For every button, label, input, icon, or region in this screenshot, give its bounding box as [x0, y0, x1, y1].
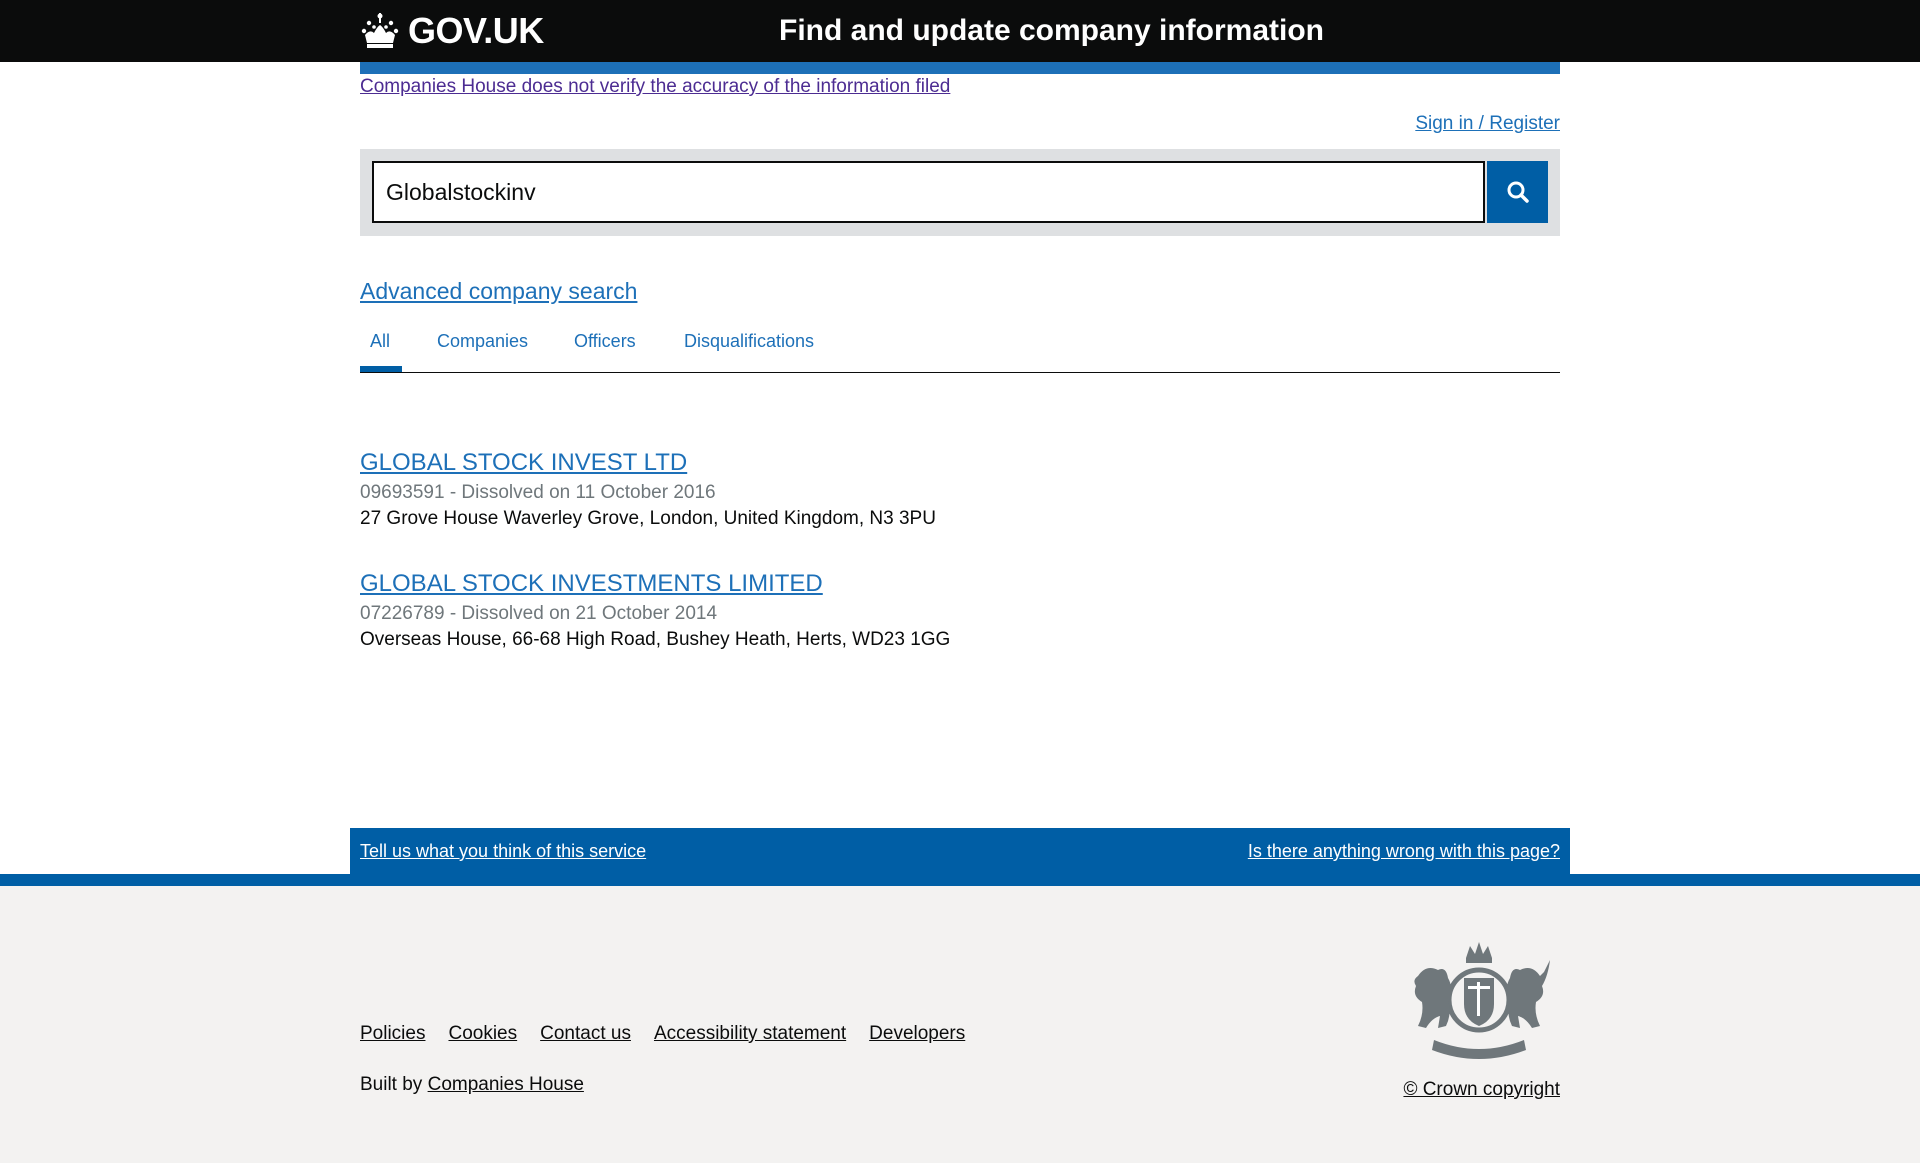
footer-top-border — [0, 874, 1920, 886]
result-title-link[interactable]: GLOBAL STOCK INVESTMENTS LIMITED — [360, 569, 950, 599]
sign-in-register-link[interactable]: Sign in / Register — [1415, 112, 1560, 136]
govuk-logo-link[interactable]: GOV.UK — [360, 8, 544, 54]
search-tabs: All Companies Officers Disqualifications — [360, 328, 1560, 373]
built-by-prefix: Built by — [360, 1074, 423, 1095]
search-button[interactable] — [1487, 161, 1548, 223]
site-header: GOV.UK Find and update company informati… — [0, 0, 1920, 62]
search-icon — [1507, 181, 1529, 203]
built-by: Built by Companies House — [360, 1072, 584, 1098]
tab-all[interactable]: All — [360, 328, 402, 372]
advanced-company-search-link[interactable]: Advanced company search — [360, 276, 637, 306]
footer-link-accessibility[interactable]: Accessibility statement — [654, 1021, 846, 1047]
companies-house-link[interactable]: Companies House — [428, 1074, 584, 1095]
feedback-bar: Tell us what you think of this service I… — [350, 828, 1570, 874]
result-meta: 07226789 - Dissolved on 21 October 2014 — [360, 603, 718, 624]
royal-coat-of-arms-icon — [1414, 942, 1550, 1059]
tab-companies[interactable]: Companies — [437, 328, 528, 370]
result-address: Overseas House, 66-68 High Road, Bushey … — [360, 629, 951, 650]
footer-link-contact[interactable]: Contact us — [540, 1021, 631, 1047]
service-name[interactable]: Find and update company information — [779, 11, 1324, 51]
report-problem-link[interactable]: Is there anything wrong with this page? — [1248, 839, 1560, 863]
logo-text: GOV.UK — [408, 10, 544, 51]
crown-icon — [361, 13, 399, 48]
tab-officers[interactable]: Officers — [574, 328, 636, 370]
feedback-link[interactable]: Tell us what you think of this service — [360, 839, 646, 863]
site-footer: Policies Cookies Contact us Accessibilit… — [0, 886, 1920, 1163]
disclaimer-link[interactable]: Companies House does not verify the accu… — [360, 75, 950, 99]
result-address: 27 Grove House Waverley Grove, London, U… — [360, 508, 936, 529]
result-meta: 09693591 - Dissolved on 11 October 2016 — [360, 482, 716, 503]
result-title-link[interactable]: GLOBAL STOCK INVEST LTD — [360, 448, 936, 478]
footer-links: Policies Cookies Contact us Accessibilit… — [360, 1021, 988, 1047]
search-input[interactable] — [372, 161, 1485, 223]
search-bar — [360, 149, 1560, 236]
footer-link-developers[interactable]: Developers — [869, 1021, 965, 1047]
result-item: GLOBAL STOCK INVEST LTD 09693591 - Disso… — [360, 448, 936, 532]
header-blue-strip — [360, 62, 1560, 74]
crown-copyright-link[interactable]: © Crown copyright — [1403, 1077, 1560, 1103]
footer-link-policies[interactable]: Policies — [360, 1021, 425, 1047]
footer-link-cookies[interactable]: Cookies — [448, 1021, 517, 1047]
tab-disqualifications[interactable]: Disqualifications — [684, 328, 814, 370]
result-item: GLOBAL STOCK INVESTMENTS LIMITED 0722678… — [360, 569, 950, 653]
